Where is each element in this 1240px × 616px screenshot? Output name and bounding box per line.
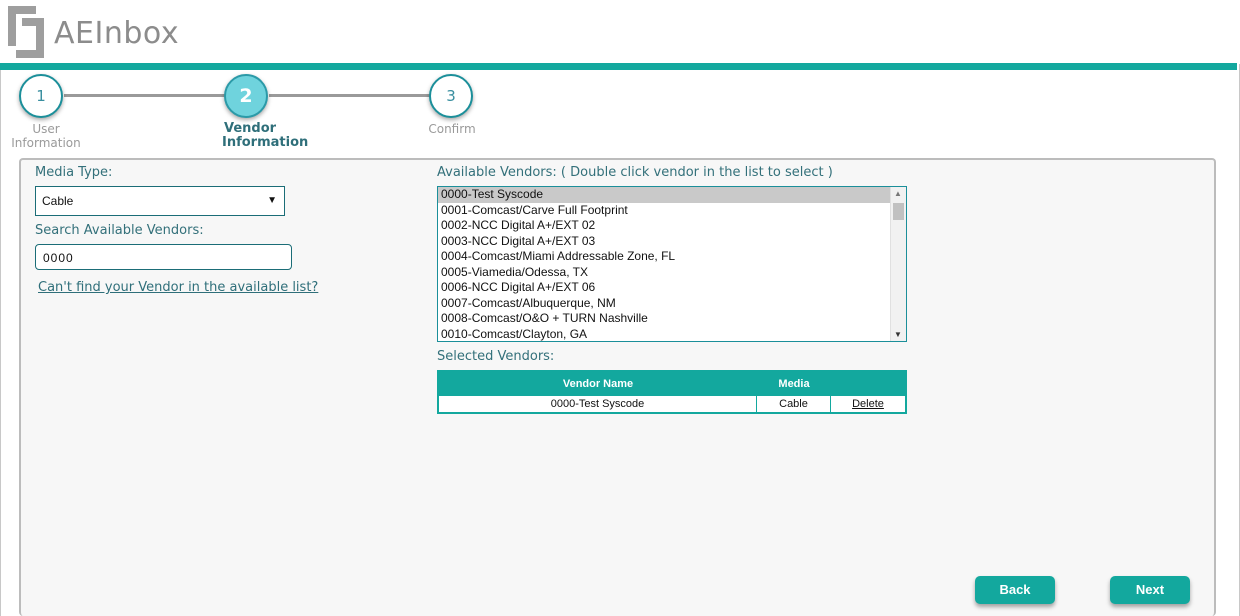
list-item[interactable]: 0008-Comcast/O&O + TURN Nashville xyxy=(438,311,890,327)
dropdown-arrow-icon: ▼ xyxy=(267,195,277,206)
vendor-list-scrollbar[interactable]: ▲ ▼ xyxy=(890,187,906,341)
step-1-label-line1: User xyxy=(32,122,60,136)
list-item[interactable]: 0010-Comcast/Clayton, GA xyxy=(438,327,890,342)
back-button[interactable]: Back xyxy=(975,576,1055,604)
step-3-circle[interactable]: 3 xyxy=(429,74,473,118)
delete-cell: Delete xyxy=(831,396,905,412)
scroll-down-icon[interactable]: ▼ xyxy=(894,330,902,339)
next-button[interactable]: Next xyxy=(1110,576,1190,604)
list-item[interactable]: 0007-Comcast/Albuquerque, NM xyxy=(438,296,890,312)
list-item[interactable]: 0006-NCC Digital A+/EXT 06 xyxy=(438,280,890,296)
list-item[interactable]: 0004-Comcast/Miami Addressable Zone, FL xyxy=(438,249,890,265)
media-type-value: Cable xyxy=(42,194,74,208)
scroll-up-icon[interactable]: ▲ xyxy=(894,189,902,198)
column-header-vendor-name: Vendor Name xyxy=(562,378,634,390)
logo-icon xyxy=(8,6,44,58)
list-item[interactable]: 0005-Viamedia/Odessa, TX xyxy=(438,265,890,281)
step-2-label-line1: Vendor xyxy=(224,121,277,136)
media-type-label: Media Type: xyxy=(35,165,113,180)
available-vendors-label: Available Vendors: ( Double click vendor… xyxy=(437,165,833,180)
step-2-circle[interactable]: 2 xyxy=(224,74,268,118)
selected-vendors-table: Vendor Name Media 0000-Test Syscode Cabl… xyxy=(437,370,907,414)
step-1-circle[interactable]: 1 xyxy=(19,74,63,118)
header: AEInbox xyxy=(0,0,1240,64)
selected-vendors-header: Vendor Name Media xyxy=(439,372,905,396)
step-connector xyxy=(269,94,431,97)
list-item[interactable]: 0000-Test Syscode xyxy=(438,187,890,203)
media-type-select[interactable]: Cable ▼ xyxy=(35,186,285,216)
table-row: 0000-Test Syscode Cable Delete xyxy=(439,396,905,412)
step-1-label: User Information xyxy=(10,122,82,150)
scroll-thumb[interactable] xyxy=(893,203,904,220)
delete-link[interactable]: Delete xyxy=(852,398,884,410)
step-3-label-line1: Confirm xyxy=(428,122,476,136)
header-accent-bar xyxy=(0,63,1237,70)
cant-find-vendor-link[interactable]: Can't find your Vendor in the available … xyxy=(38,280,318,295)
selected-vendors-label: Selected Vendors: xyxy=(437,349,555,364)
step-1-label-line2: Information xyxy=(11,136,81,150)
available-vendors-list[interactable]: 0000-Test Syscode 0001-Comcast/Carve Full… xyxy=(437,186,907,342)
list-item[interactable]: 0002-NCC Digital A+/EXT 02 xyxy=(438,218,890,234)
step-connector xyxy=(64,94,226,97)
list-item[interactable]: 0001-Comcast/Carve Full Footprint xyxy=(438,203,890,219)
step-3-label: Confirm xyxy=(420,122,484,136)
step-2-label: Vendor Information xyxy=(210,121,309,150)
list-item[interactable]: 0003-NCC Digital A+/EXT 03 xyxy=(438,234,890,250)
vendor-name-cell: 0000-Test Syscode xyxy=(439,396,757,412)
column-header-media: Media xyxy=(778,378,810,390)
column-header-action xyxy=(831,372,905,396)
media-cell: Cable xyxy=(757,396,831,412)
search-vendors-input[interactable]: 0000 xyxy=(35,244,292,270)
search-vendors-label: Search Available Vendors: xyxy=(35,223,204,238)
step-2-label-line2: Information xyxy=(222,135,309,150)
logo-text: AEInbox xyxy=(54,16,180,51)
